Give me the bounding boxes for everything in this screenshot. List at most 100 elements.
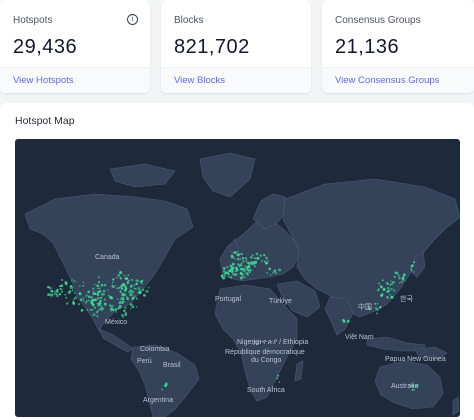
hotspot-dot: [111, 304, 114, 308]
hotspots-card: Hotspots 29,436 i View Hotspots: [0, 0, 150, 93]
hotspot-dot: [82, 297, 85, 299]
madagascar-shape: [294, 360, 304, 382]
hotspot-dot: [392, 280, 395, 284]
hotspot-dot: [251, 254, 254, 257]
hotspot-dot: [242, 260, 245, 263]
hotspot-dot: [82, 299, 85, 302]
hotspot-dot: [238, 265, 241, 268]
label-argentina: Argentina: [143, 397, 173, 404]
hotspot-dot: [126, 277, 128, 280]
hotspot-dot: [393, 275, 396, 278]
blocks-card: Blocks 821,702 View Blocks: [161, 0, 311, 93]
hotspot-dot: [58, 293, 62, 296]
view-hotspots-link[interactable]: View Hotspots: [0, 68, 150, 86]
hotspot-dot: [112, 278, 115, 281]
view-blocks-link[interactable]: View Blocks: [161, 68, 311, 86]
hotspot-dot: [245, 272, 249, 275]
hotspot-dot: [112, 308, 115, 312]
hotspot-dot: [86, 309, 89, 311]
hotspot-dot: [122, 300, 125, 303]
hotspot-dot: [277, 374, 280, 377]
hotspot-dot: [248, 271, 251, 274]
hotspot-dot: [135, 288, 137, 290]
hotspot-dot: [102, 289, 106, 293]
hotspot-dot: [413, 271, 415, 273]
hotspot-dot: [124, 287, 128, 290]
hotspot-dot: [129, 284, 133, 288]
hotspot-dot: [411, 264, 414, 267]
world-map[interactable]: Canada México Colombia Perú Brasil Argen…: [15, 139, 460, 417]
hotspot-dot: [116, 277, 118, 279]
hotspot-dot: [92, 290, 95, 294]
hotspot-dot: [90, 301, 94, 305]
hotspot-dot: [59, 285, 61, 287]
hotspot-dot: [378, 282, 380, 285]
hotspot-dot: [80, 309, 84, 313]
hotspot-dot: [133, 284, 136, 286]
hotspot-dot: [222, 270, 226, 273]
hotspot-dot: [278, 268, 282, 272]
hotspot-dot: [54, 292, 57, 296]
blocks-label: Blocks: [174, 15, 204, 26]
hotspot-dot: [143, 293, 146, 297]
hotspot-dot: [125, 312, 128, 315]
hotspot-dot: [387, 283, 389, 285]
hotspot-dot: [238, 253, 241, 256]
hotspot-dot: [60, 284, 64, 288]
hotspot-dot: [253, 260, 256, 264]
hotspot-dot: [115, 308, 118, 311]
hotspot-dot: [138, 291, 142, 295]
hotspot-dot: [241, 264, 243, 266]
hotspot-dot: [243, 268, 246, 271]
hotspot-dot: [122, 292, 124, 294]
hotspot-dot: [239, 263, 242, 266]
hotspot-dot: [73, 303, 75, 306]
label-south-africa: South Africa: [247, 387, 285, 394]
hotspot-dot: [56, 294, 59, 298]
new-zealand-shape: [452, 396, 460, 416]
hotspot-dot: [390, 295, 394, 299]
hotspot-dot: [103, 293, 106, 296]
hotspot-dot: [67, 290, 71, 294]
hotspot-dot: [257, 256, 259, 259]
hotspot-dot: [245, 259, 248, 262]
hotspot-dot: [89, 309, 91, 311]
hotspot-dot: [73, 280, 76, 283]
hotspot-dot: [268, 267, 272, 271]
hotspot-dot: [140, 282, 143, 285]
hotspot-dot: [164, 384, 167, 387]
view-consensus-groups-link[interactable]: View Consensus Groups: [322, 68, 474, 86]
hotspot-dot: [401, 277, 405, 280]
hotspot-dot: [243, 276, 246, 279]
hotspot-dot: [240, 276, 243, 278]
label-drc: République démocratique: [225, 349, 305, 356]
hotspot-dot: [108, 294, 110, 297]
hotspot-dot: [60, 290, 64, 293]
hotspot-dot: [236, 268, 239, 272]
hotspot-dot: [116, 287, 119, 290]
label-mexico: México: [105, 319, 127, 326]
info-icon[interactable]: i: [127, 14, 138, 25]
hotspot-dot: [101, 293, 104, 296]
hotspot-dot: [64, 293, 67, 296]
hotspot-dot: [119, 290, 122, 293]
hotspot-dot: [87, 295, 91, 298]
hotspot-dot: [86, 294, 88, 296]
hotspot-dot: [382, 287, 386, 291]
hotspot-dot: [232, 263, 234, 265]
hotspot-dot: [64, 282, 68, 286]
hotspots-label: Hotspots: [13, 15, 53, 26]
hotspot-dot: [241, 272, 243, 275]
hotspot-dot: [342, 319, 345, 322]
hotspot-dot: [72, 300, 75, 303]
hotspot-dot: [122, 283, 124, 285]
hotspot-dot: [79, 292, 81, 295]
hotspot-dot: [227, 270, 230, 273]
hotspot-dot: [119, 277, 122, 280]
hotspot-dot: [47, 293, 50, 297]
hotspot-dot: [390, 287, 393, 291]
hotspot-dot: [103, 283, 107, 287]
hotspot-dot: [374, 302, 377, 305]
hotspot-dot: [230, 275, 232, 278]
hotspot-dot: [131, 297, 135, 300]
